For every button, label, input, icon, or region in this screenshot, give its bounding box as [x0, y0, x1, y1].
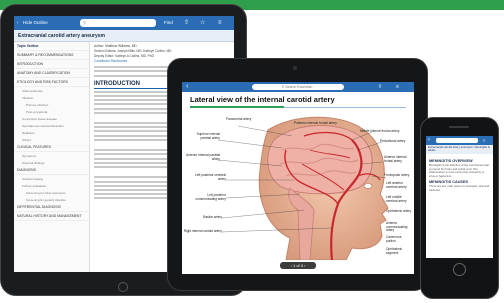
outline-subitem[interactable]: Further evaluation: [14, 182, 89, 189]
outline-subitem[interactable]: Others: [14, 136, 89, 143]
article-body: MENINGITIS OVERVIEW Meningitis is the in…: [429, 157, 490, 257]
topic-outline-sidebar: Topic Outline SUMMARY & RECOMMENDATIONS …: [14, 42, 90, 272]
topic-title: Extracranial carotid artery aneurysm: [14, 30, 234, 42]
hide-outline-button[interactable]: Hide Outline: [23, 16, 48, 30]
outline-subitem[interactable]: Radiation: [14, 129, 89, 136]
outline-subitem[interactable]: Screening for other aneurysm: [14, 189, 89, 196]
outline-item[interactable]: DIFFERENTIAL DIAGNOSIS: [14, 203, 89, 212]
figure-pager[interactable]: ‹ 1 of 3 ›: [280, 262, 316, 269]
outline-item[interactable]: SUMMARY & RECOMMENDATIONS: [14, 51, 89, 60]
figure-title: Lateral view of the internal carotid art…: [190, 95, 335, 104]
search-field[interactable]: [436, 138, 478, 143]
back-button[interactable]: ‹: [17, 16, 19, 30]
bookmark-icon[interactable]: ☆: [200, 16, 205, 30]
section-text: There are two main types of meningitis: …: [429, 184, 490, 192]
camera-icon: [293, 66, 297, 70]
outline-subitem[interactable]: Atherosclerosis: [14, 87, 89, 94]
title-rule: [284, 106, 406, 108]
label-anterior-internal-frontal-artery: Anterior internal frontal artery: [384, 155, 407, 163]
navigation-bar: ‹ Hide Outline ⚲ Search Essential Evi...…: [14, 16, 234, 30]
home-button[interactable]: [118, 282, 128, 292]
tablet-front-screen: ‹ ⚲ Search Essential... ⇧ ≡ Lateral view…: [182, 82, 414, 274]
chevron-right-icon[interactable]: ›: [303, 263, 305, 268]
label-ophthalmic-segment: Ophthalmic segment: [386, 247, 403, 255]
topic-title: Extracranial carotid artery aneurysm: Me…: [426, 145, 493, 154]
label-right-internal-carotid-artery: Right internal carotid artery: [183, 229, 222, 233]
label-middle-internal-frontal-artery: Middle internal frontal artery: [360, 129, 400, 133]
menu-icon[interactable]: ≡: [396, 82, 399, 92]
section-text: Meningitis is the infection of the membr…: [429, 163, 490, 178]
label-left-middle-cerebral-artery: Left middle cerebral artery: [386, 195, 407, 203]
outline-subitem[interactable]: Symptoms: [14, 152, 89, 159]
label-anterior-communicating-artery: Anterior communicating artery: [386, 221, 408, 233]
label-ophthalmic-artery: Ophthalmic artery: [386, 209, 412, 213]
outline-item[interactable]: NATURAL HISTORY AND MANAGEMENT: [14, 212, 89, 221]
label-left-anterior-cerebral-artery: Left anterior cerebral artery: [386, 181, 407, 189]
navigation-bar: ‹ ≡: [426, 136, 493, 145]
outline-subitem[interactable]: Infection: [14, 94, 89, 101]
label-pericallosal-artery: Pericallosal artery: [380, 139, 406, 143]
outline-item[interactable]: DIAGNOSIS: [14, 166, 89, 175]
outline-subitem[interactable]: Carotid imaging: [14, 175, 89, 182]
label-paracentral-artery: Paracentral artery: [226, 117, 252, 121]
back-button[interactable]: ‹: [428, 136, 430, 145]
label-cavernous-portion: Cavernous portion: [386, 235, 402, 243]
outline-item[interactable]: CLINICAL FEATURES: [14, 143, 89, 152]
outline-subitem[interactable]: Screening for genetic disorder: [14, 196, 89, 203]
find-button[interactable]: Find: [164, 16, 173, 30]
outline-header: Topic Outline: [14, 42, 89, 51]
outline-subitem[interactable]: Physical findings: [14, 159, 89, 166]
label-left-posterior-cerebral-artery: Left posterior cerebral artery: [194, 173, 226, 181]
label-frontopolar-artery: Frontopolar artery: [384, 173, 410, 177]
outline-subitem[interactable]: Spontaneous carotid dissection: [14, 122, 89, 129]
back-button[interactable]: ‹: [186, 82, 188, 92]
share-icon[interactable]: ⇧: [378, 82, 382, 92]
outline-subitem[interactable]: Primary infection: [14, 101, 89, 108]
label-posterior-internal-frontal-artery: Posterior internal frontal artery: [294, 121, 337, 125]
search-field[interactable]: ⚲ Search Essential Evi...: [80, 19, 156, 28]
search-icon: ⚲: [83, 20, 86, 25]
menu-icon[interactable]: ≡: [218, 16, 222, 30]
label-anterior-internal-parietal-artery: Anterior internal parietal artery: [186, 153, 220, 161]
search-field[interactable]: ⚲ Search Essential...: [252, 84, 344, 90]
share-icon[interactable]: ⇧: [184, 16, 189, 30]
label-superior-internal-parietal-artery: Superior internal parietal artery: [196, 132, 220, 140]
outline-item[interactable]: ANATOMY AND CLASSIFICATION: [14, 69, 89, 78]
label-left-posterior-communicating-artery: Left posterior communicating artery: [195, 193, 226, 201]
outline-subitem[interactable]: Post-procedural: [14, 108, 89, 115]
outline-subitem[interactable]: Connective tissue disease: [14, 115, 89, 122]
menu-icon[interactable]: ≡: [483, 136, 485, 145]
phone-speaker: [449, 126, 469, 128]
outline-item[interactable]: ETIOLOGY AND RISK FACTORS: [14, 78, 89, 87]
outline-item[interactable]: INTRODUCTION: [14, 60, 89, 69]
phone-screen: ‹ ≡ Extracranial carotid artery aneurysm…: [426, 136, 493, 258]
label-basilar-artery: Basilar artery: [203, 215, 222, 219]
navigation-bar: ‹ ⚲ Search Essential... ⇧ ≡: [182, 82, 414, 92]
title-underline: [190, 106, 284, 108]
home-button[interactable]: [453, 263, 466, 276]
